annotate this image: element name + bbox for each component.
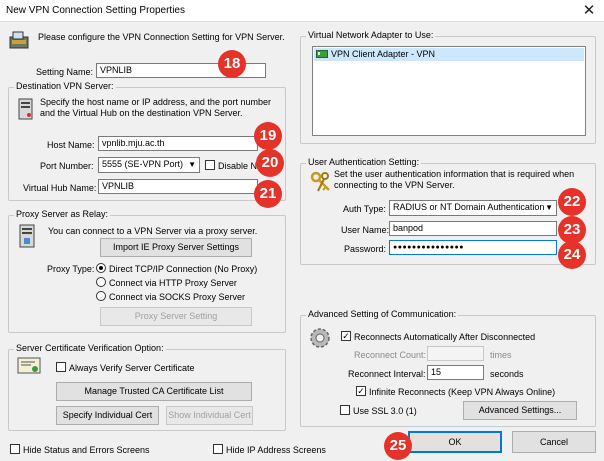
port-number-select[interactable]: 5555 (SE-VPN Port) ▼ bbox=[98, 157, 200, 173]
proxy-type-label: Proxy Type: bbox=[47, 264, 95, 274]
proxy-description: You can connect to a VPN Server via a pr… bbox=[48, 226, 258, 236]
proxy-http-label: Connect via HTTP Proxy Server bbox=[109, 278, 237, 288]
server-icon bbox=[16, 98, 36, 122]
app-icon bbox=[9, 31, 29, 49]
host-name-input[interactable]: vpnlib.mju.ac.th bbox=[98, 136, 258, 151]
step-badge-24: 24 bbox=[558, 241, 586, 269]
disable-nat-checkbox[interactable] bbox=[205, 160, 215, 170]
adapter-item[interactable]: VPN Client Adapter - VPN bbox=[314, 48, 584, 61]
reconnect-interval-input[interactable]: 15 bbox=[427, 365, 484, 380]
virtual-hub-label: Virtual Hub Name: bbox=[23, 183, 97, 193]
always-verify-label: Always Verify Server Certificate bbox=[69, 363, 195, 373]
port-number-label: Port Number: bbox=[40, 161, 94, 171]
proxy-direct-radio[interactable] bbox=[96, 263, 106, 273]
auth-type-value: RADIUS or NT Domain Authentication bbox=[393, 202, 545, 212]
reconnect-auto-label: Reconnects Automatically After Disconnec… bbox=[354, 332, 536, 342]
show-individual-cert-button[interactable]: Show Individual Cert bbox=[166, 406, 253, 425]
proxy-group-title: Proxy Server as Relay: bbox=[14, 209, 111, 219]
network-adapter-icon bbox=[316, 49, 328, 59]
hide-ip-checkbox[interactable] bbox=[213, 444, 223, 454]
setting-name-label: Setting Name: bbox=[36, 67, 94, 77]
step-badge-19: 19 bbox=[254, 122, 282, 150]
advanced-settings-button[interactable]: Advanced Settings... bbox=[463, 401, 577, 420]
step-badge-18: 18 bbox=[218, 50, 246, 78]
step-badge-23: 23 bbox=[558, 216, 586, 244]
destination-description: Specify the host name or IP address, and… bbox=[40, 97, 271, 118]
adapter-list[interactable]: VPN Client Adapter - VPN bbox=[312, 46, 586, 136]
password-label: Password: bbox=[344, 244, 387, 254]
port-number-value: 5555 (SE-VPN Port) bbox=[102, 159, 184, 169]
specify-individual-cert-button[interactable]: Specify Individual Cert bbox=[56, 406, 159, 425]
title-bar: New VPN Connection Setting Properties ✕ bbox=[0, 0, 604, 22]
close-icon[interactable]: ✕ bbox=[578, 2, 600, 20]
password-input[interactable]: ●●●●●●●●●●●●●●● bbox=[389, 240, 557, 255]
chevron-down-icon: ▼ bbox=[545, 203, 553, 212]
advanced-group-title: Advanced Setting of Communication: bbox=[306, 309, 459, 319]
proxy-http-radio[interactable] bbox=[96, 277, 106, 287]
times-label: times bbox=[490, 350, 512, 360]
keys-icon bbox=[309, 170, 333, 194]
reconnect-auto-checkbox[interactable]: ✓ bbox=[341, 331, 351, 341]
chevron-down-icon: ▼ bbox=[188, 160, 196, 169]
ok-button[interactable]: OK bbox=[408, 431, 502, 453]
use-ssl-label: Use SSL 3.0 (1) bbox=[353, 406, 417, 416]
reconnect-interval-label: Reconnect Interval: bbox=[348, 369, 426, 379]
import-ie-proxy-button[interactable]: Import IE Proxy Server Settings bbox=[100, 238, 252, 257]
proxy-socks-label: Connect via SOCKS Proxy Server bbox=[109, 292, 246, 302]
user-name-input[interactable]: banpod bbox=[389, 221, 557, 236]
infinite-reconnect-checkbox[interactable]: ✓ bbox=[356, 386, 366, 396]
user-name-label: User Name: bbox=[341, 225, 390, 235]
proxy-server-icon bbox=[17, 224, 39, 250]
certificate-icon bbox=[17, 357, 41, 375]
step-badge-20: 20 bbox=[256, 149, 284, 177]
hide-status-checkbox[interactable] bbox=[10, 444, 20, 454]
always-verify-checkbox[interactable] bbox=[56, 362, 66, 372]
window-title: New VPN Connection Setting Properties bbox=[6, 5, 185, 16]
manage-trusted-ca-button[interactable]: Manage Trusted CA Certificate List bbox=[56, 382, 252, 401]
step-badge-22: 22 bbox=[558, 188, 586, 216]
disable-nat-label: Disable N bbox=[218, 161, 258, 171]
proxy-direct-label: Direct TCP/IP Connection (No Proxy) bbox=[109, 264, 258, 274]
header-description: Please configure the VPN Connection Sett… bbox=[38, 32, 285, 42]
auth-type-label: Auth Type: bbox=[343, 204, 386, 214]
proxy-socks-radio[interactable] bbox=[96, 291, 106, 301]
hide-status-label: Hide Status and Errors Screens bbox=[23, 445, 150, 455]
step-badge-21: 21 bbox=[254, 180, 282, 208]
adapter-group-title: Virtual Network Adapter to Use: bbox=[306, 30, 436, 40]
auth-type-select[interactable]: RADIUS or NT Domain Authentication ▼ bbox=[389, 200, 557, 216]
cancel-button[interactable]: Cancel bbox=[512, 431, 596, 453]
auth-group-title: User Authentication Setting: bbox=[306, 157, 422, 167]
host-name-label: Host Name: bbox=[47, 140, 95, 150]
cert-group-title: Server Certificate Verification Option: bbox=[14, 343, 166, 353]
proxy-server-setting-button[interactable]: Proxy Server Setting bbox=[100, 307, 252, 326]
reconnect-count-label: Reconnect Count: bbox=[354, 350, 427, 360]
seconds-label: seconds bbox=[490, 369, 524, 379]
virtual-hub-input[interactable]: VPNLIB bbox=[98, 179, 258, 194]
use-ssl-checkbox[interactable] bbox=[340, 405, 350, 415]
gear-icon bbox=[308, 326, 332, 350]
infinite-reconnect-label: Infinite Reconnects (Keep VPN Always Onl… bbox=[369, 387, 556, 397]
adapter-item-label: VPN Client Adapter - VPN bbox=[331, 49, 436, 59]
auth-description: Set the user authentication information … bbox=[334, 169, 575, 190]
step-badge-25: 25 bbox=[384, 432, 412, 460]
destination-group-title: Destination VPN Server: bbox=[14, 81, 116, 91]
reconnect-count-input[interactable] bbox=[427, 346, 484, 361]
hide-ip-label: Hide IP Address Screens bbox=[226, 445, 326, 455]
